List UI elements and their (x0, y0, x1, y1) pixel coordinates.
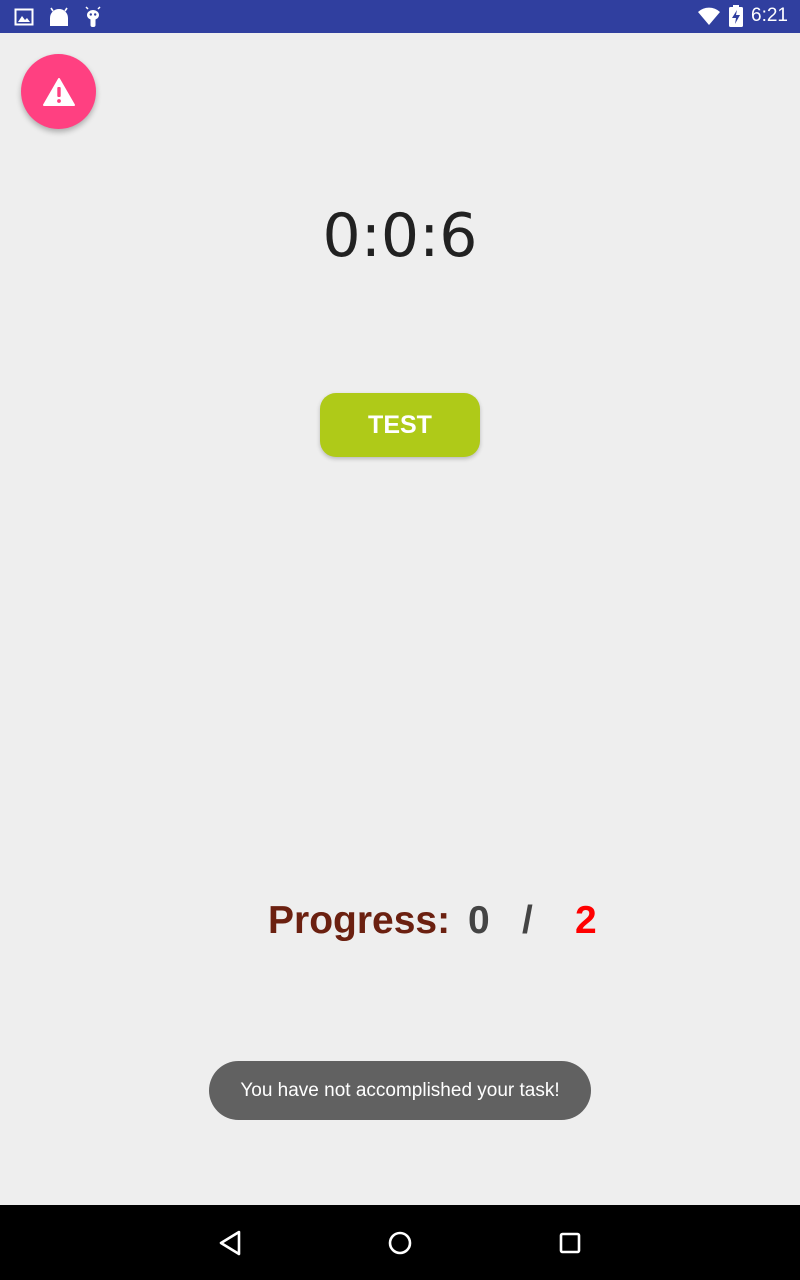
home-icon (387, 1230, 413, 1256)
timer-display: 0:0:6 (322, 201, 478, 271)
navigation-bar (0, 1205, 800, 1280)
recents-icon (558, 1231, 582, 1255)
toast-message: You have not accomplished your task! (209, 1061, 591, 1120)
back-icon (217, 1229, 243, 1257)
status-notification-icons (14, 6, 102, 28)
home-button[interactable] (384, 1227, 416, 1259)
back-button[interactable] (214, 1227, 246, 1259)
progress-total-count: 2 (575, 899, 597, 942)
warning-icon (42, 77, 76, 107)
debug-bug-icon (84, 6, 102, 28)
progress-indicator: Progress: 0 / 2 (268, 895, 628, 947)
progress-label: Progress: (268, 899, 451, 942)
progress-separator: / (522, 899, 533, 942)
status-time: 6:21 (751, 5, 788, 26)
image-icon (14, 8, 34, 26)
recents-button[interactable] (554, 1227, 586, 1259)
android-icon (48, 7, 70, 27)
wifi-icon (697, 6, 721, 26)
status-bar: 6:21 (0, 0, 800, 33)
progress-current-count: 0 (468, 899, 490, 942)
toast-text: You have not accomplished your task! (240, 1079, 560, 1101)
test-button[interactable]: TEST (320, 393, 480, 457)
status-system-icons: 6:21 (697, 5, 788, 27)
warning-fab-button[interactable] (21, 54, 96, 129)
battery-charging-icon (729, 5, 744, 27)
